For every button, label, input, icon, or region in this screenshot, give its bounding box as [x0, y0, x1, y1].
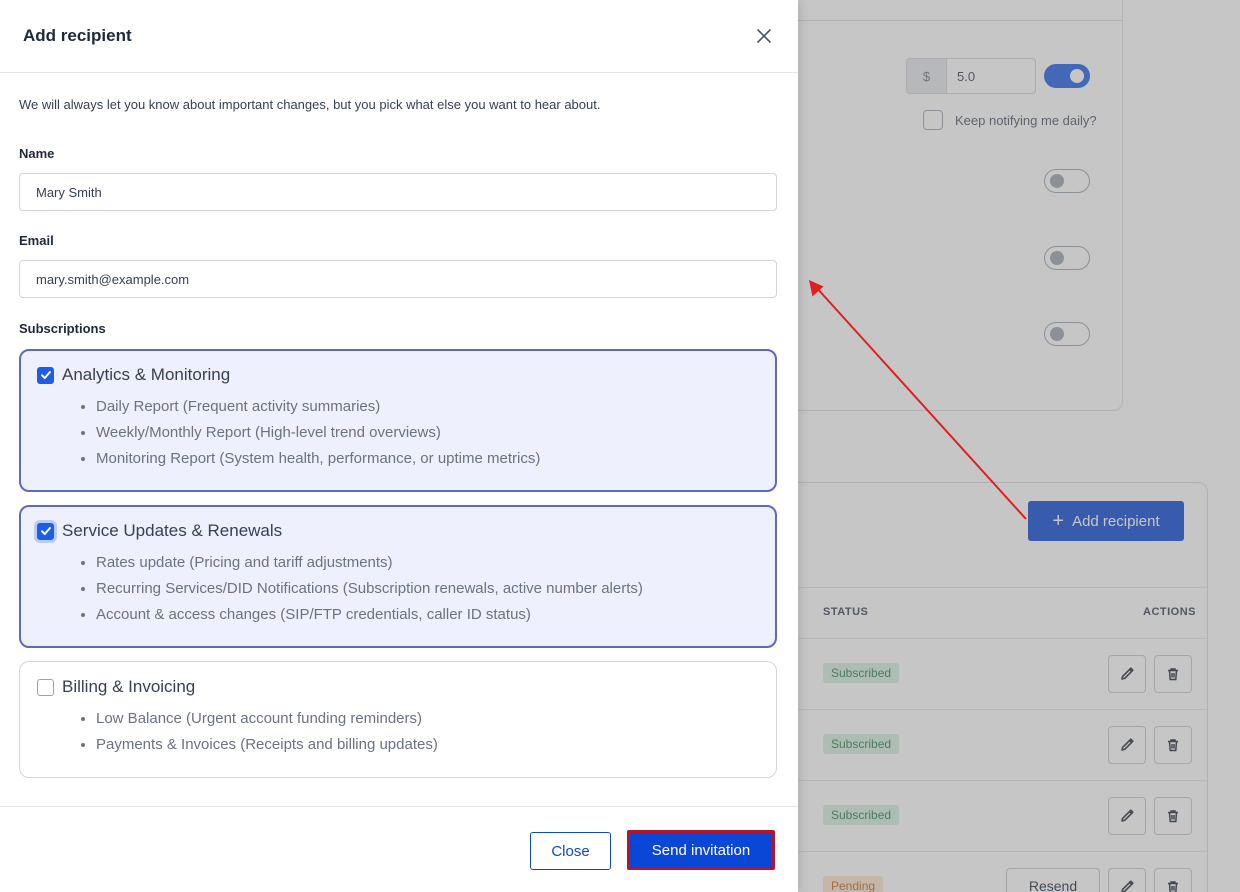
- subscription-item: Rates update (Pricing and tariff adjustm…: [96, 550, 760, 576]
- subscription-item: Payments & Invoices (Receipts and billin…: [96, 732, 760, 758]
- add-recipient-modal: Add recipient We will always let you kno…: [0, 0, 798, 892]
- subscription-item: Monitoring Report (System health, perfor…: [96, 446, 760, 472]
- checkmark-icon: [40, 371, 51, 379]
- subscription-item: Daily Report (Frequent activity summarie…: [96, 394, 760, 420]
- subscription-item: Recurring Services/DID Notifications (Su…: [96, 576, 760, 602]
- email-label: Email: [19, 233, 54, 248]
- subscription-items: Low Balance (Urgent account funding remi…: [96, 706, 760, 758]
- close-icon: [757, 29, 771, 43]
- modal-header: Add recipient: [0, 0, 798, 73]
- billing-checkbox[interactable]: [37, 678, 54, 696]
- subscription-items: Rates update (Pricing and tariff adjustm…: [96, 550, 760, 628]
- subscription-item: Weekly/Monthly Report (High-level trend …: [96, 420, 760, 446]
- modal-title: Add recipient: [23, 26, 132, 45]
- subscription-item: Account & access changes (SIP/FTP creden…: [96, 602, 760, 628]
- send-invitation-button[interactable]: Send invitation: [627, 830, 775, 870]
- subscription-title: Billing & Invoicing: [62, 677, 196, 696]
- modal-footer: Close Send invitation: [0, 806, 798, 892]
- subscriptions-label: Subscriptions: [19, 321, 106, 336]
- email-input[interactable]: [19, 260, 777, 298]
- name-label: Name: [19, 146, 55, 161]
- subscription-title: Service Updates & Renewals: [62, 521, 283, 540]
- name-input[interactable]: [19, 173, 777, 211]
- subscription-title: Analytics & Monitoring: [62, 365, 231, 384]
- subscription-items: Daily Report (Frequent activity summarie…: [96, 394, 760, 472]
- close-modal-button[interactable]: [752, 24, 776, 48]
- subscription-card-billing[interactable]: Billing & Invoicing Low Balance (Urgent …: [19, 661, 777, 778]
- analytics-checkbox[interactable]: [37, 366, 54, 384]
- intro-text: We will always let you know about import…: [19, 97, 601, 112]
- subscription-item: Low Balance (Urgent account funding remi…: [96, 706, 760, 732]
- modal-body: We will always let you know about import…: [0, 97, 798, 778]
- subscription-card-service-updates[interactable]: Service Updates & Renewals Rates update …: [19, 505, 777, 648]
- subscription-card-analytics[interactable]: Analytics & Monitoring Daily Report (Fre…: [19, 349, 777, 492]
- close-button[interactable]: Close: [530, 832, 611, 870]
- checkmark-icon: [40, 527, 51, 535]
- service-updates-checkbox[interactable]: [37, 522, 54, 540]
